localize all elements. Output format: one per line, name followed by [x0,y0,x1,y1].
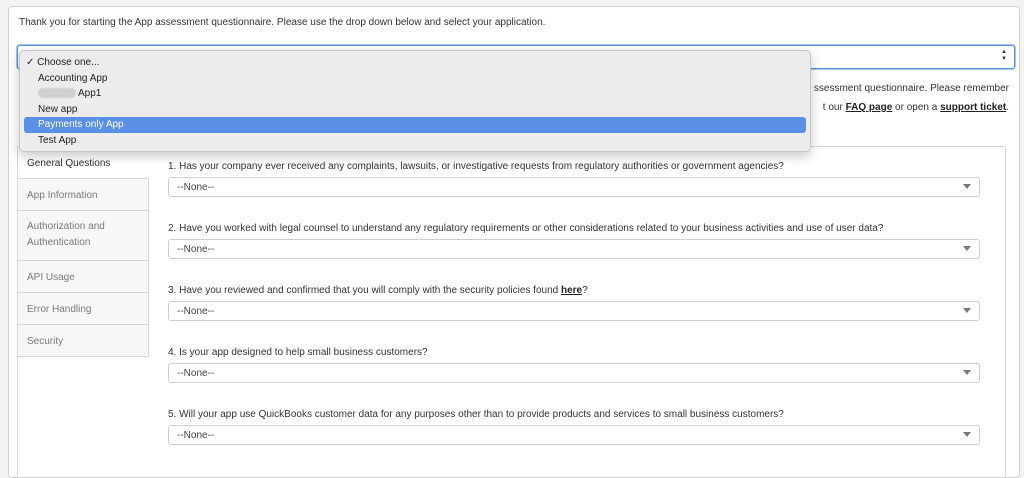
sidebar-item-label: Error Handling [27,304,92,315]
sidebar-item-security[interactable]: Security [18,325,148,357]
security-policies-link[interactable]: here [561,285,582,296]
question-2-select[interactable]: --None-- [168,239,980,259]
question-3-select[interactable]: --None-- [168,301,980,321]
option-label: Accounting App [38,72,108,84]
question-3-label: 3. Have you reviewed and confirmed that … [168,285,988,296]
questionnaire-frame: Thank you for starting the App assessmen… [8,6,1020,478]
question-2: 2. Have you worked with legal counsel to… [168,223,988,259]
question-4-select[interactable]: --None-- [168,363,980,383]
question-3-value: --None-- [177,306,215,317]
info-line-2-prefix: t our [822,102,846,113]
sidebar-item-authorization[interactable]: Authorization and Authentication [18,211,148,261]
question-3: 3. Have you reviewed and confirmed that … [168,285,988,321]
caret-down-icon [963,246,971,251]
question-5-select[interactable]: --None-- [168,425,980,445]
questions-panel: General Questions App Information Author… [17,146,1006,477]
option-label: Test App [38,134,77,146]
question-2-value: --None-- [177,244,215,255]
checkmark-icon: ✓ [26,57,35,68]
intro-text: Thank you for starting the App assessmen… [19,17,546,28]
question-1: 1. Has your company ever received any co… [168,161,988,197]
sidebar-item-api-usage[interactable]: API Usage [18,261,148,293]
sidebar-item-error-handling[interactable]: Error Handling [18,293,148,325]
dropdown-option-choose-one[interactable]: ✓ Choose one... [20,55,810,71]
question-5-value: --None-- [177,430,215,441]
question-3-label-prefix: 3. Have you reviewed and confirmed that … [168,285,561,296]
support-ticket-link[interactable]: support ticket [940,102,1006,113]
sidebar-item-label: Authorization and Authentication [27,221,105,248]
question-4: 4. Is your app designed to help small bu… [168,347,988,383]
dropdown-option-new-app[interactable]: New app [20,102,810,118]
sidebar-item-label: General Questions [27,158,111,169]
sidebar: General Questions App Information Author… [18,147,149,357]
question-4-value: --None-- [177,368,215,379]
sidebar-item-label: Security [27,336,64,347]
question-5: 5. Will your app use QuickBooks customer… [168,409,988,445]
info-line-1-text: ssessment questionnaire. Please remember [813,83,1009,94]
question-5-label: 5. Will your app use QuickBooks customer… [168,409,784,420]
dropdown-option-app1[interactable]: App1 [20,86,810,102]
option-label: New app [38,103,78,115]
info-line-2-suffix: . [1006,102,1009,113]
question-1-label: 1. Has your company ever received any co… [168,161,784,172]
faq-page-link[interactable]: FAQ page [846,102,893,113]
caret-down-icon [963,370,971,375]
sidebar-item-label: API Usage [27,272,75,283]
option-label: App1 [78,88,102,99]
question-2-label: 2. Have you worked with legal counsel to… [168,223,884,234]
question-4-label: 4. Is your app designed to help small bu… [168,347,428,358]
caret-down-icon [963,184,971,189]
info-line-2-middle: or open a [892,102,941,113]
info-text-line-1: ssessment questionnaire. Please remember [814,83,1009,94]
option-label: Choose one... [37,57,100,68]
question-3-label-suffix: ? [582,285,588,296]
caret-down-icon [963,432,971,437]
sidebar-item-app-information[interactable]: App Information [18,179,148,211]
dropdown-option-accounting-app[interactable]: Accounting App [20,71,810,87]
redacted-text-block [38,88,76,99]
option-label: Payments only App [38,119,124,130]
question-1-value: --None-- [177,182,215,193]
sidebar-item-label: App Information [27,190,98,201]
select-stepper-icon: ▲ ▼ [1001,49,1007,62]
application-dropdown-menu: ✓ Choose one... Accounting App App1 New … [19,50,811,152]
dropdown-option-test-app[interactable]: Test App [20,133,810,149]
question-1-select[interactable]: --None-- [168,177,980,197]
info-text-line-2: t our FAQ page or open a support ticket. [823,102,1009,113]
caret-down-icon [963,308,971,313]
dropdown-option-payments-only-app[interactable]: Payments only App [24,117,806,133]
